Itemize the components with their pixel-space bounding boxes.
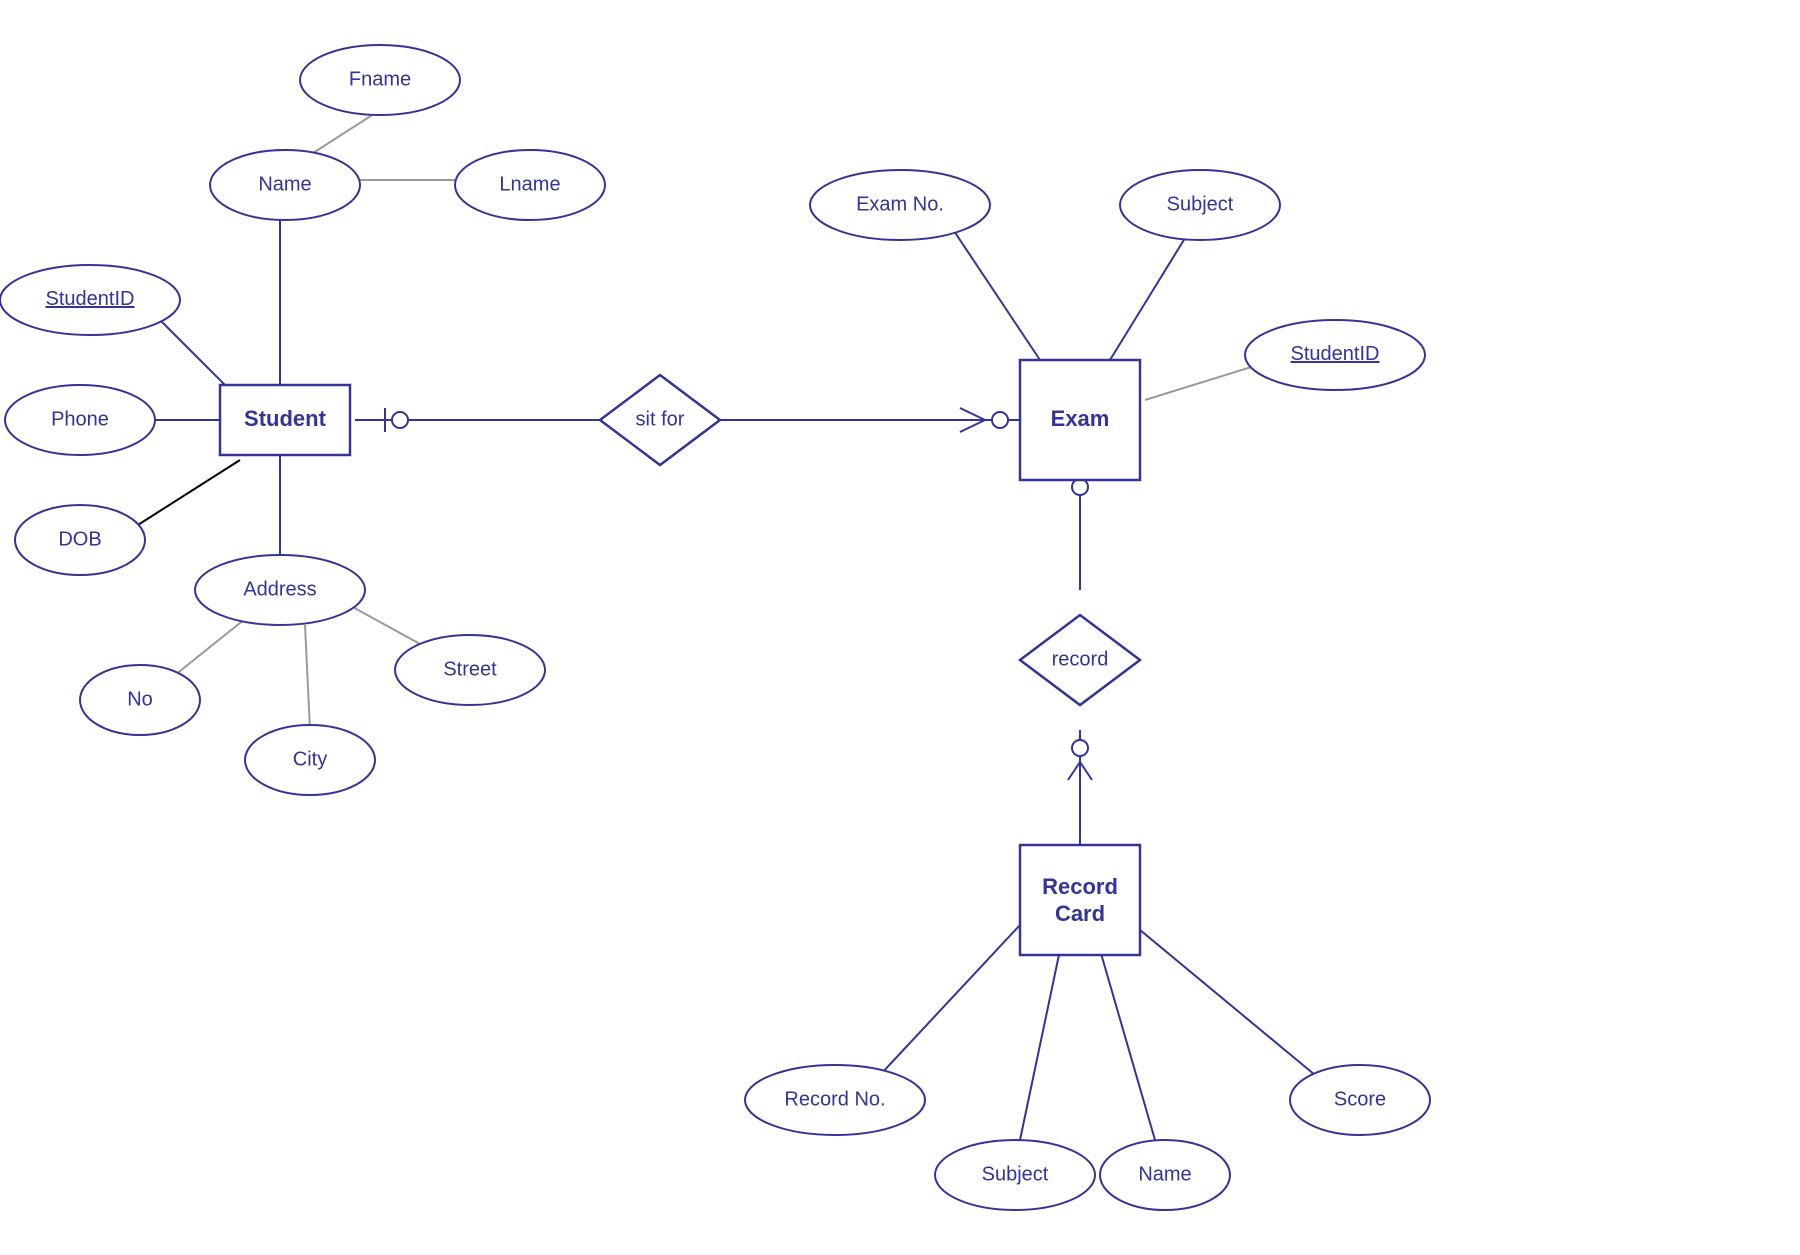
- dob-label: DOB: [58, 528, 101, 550]
- studentid-label: StudentID: [46, 288, 135, 310]
- fname-name-line: [310, 110, 380, 155]
- fname-label: Fname: [349, 68, 411, 90]
- crow4: [1068, 762, 1080, 780]
- address-city-line: [305, 625, 310, 730]
- zero-circle4: [1072, 740, 1088, 756]
- city-label: City: [293, 748, 327, 770]
- record-no-label: Record No.: [784, 1088, 885, 1110]
- subject-exam-label: Subject: [1167, 193, 1234, 215]
- record-card-label1: Record: [1042, 874, 1118, 899]
- phone-label: Phone: [51, 408, 109, 430]
- er-diagram: sit for record Student Exam Record Card …: [0, 0, 1800, 1250]
- rc-name-line: [1100, 950, 1155, 1140]
- lname-label: Lname: [499, 173, 560, 195]
- no-label: No: [127, 688, 153, 710]
- student-label: Student: [244, 406, 327, 431]
- record-card-label2: Card: [1055, 901, 1105, 926]
- crow1: [960, 408, 985, 420]
- crow2: [960, 420, 985, 432]
- subject-rc-label: Subject: [982, 1163, 1049, 1185]
- subject-exam-line: [1110, 230, 1190, 360]
- zero-circle3: [1072, 479, 1088, 495]
- score-label: Score: [1334, 1088, 1386, 1110]
- zero-circle2: [992, 412, 1008, 428]
- rc-subject-line: [1020, 950, 1060, 1140]
- examno-exam-line: [950, 225, 1040, 360]
- dob-student-line: [130, 460, 240, 530]
- record-label: record: [1052, 648, 1109, 670]
- studentid2-label: StudentID: [1291, 343, 1380, 365]
- crow5: [1080, 762, 1092, 780]
- name-label: Name: [258, 173, 311, 195]
- name-rc-label: Name: [1138, 1163, 1191, 1185]
- sitfor-label: sit for: [636, 408, 685, 430]
- address-label: Address: [243, 578, 316, 600]
- exam-label: Exam: [1051, 406, 1110, 431]
- address-no-line: [175, 615, 250, 675]
- zero-circle1: [392, 412, 408, 428]
- rc-recordno-line: [880, 925, 1020, 1075]
- examno-label: Exam No.: [856, 193, 944, 215]
- rc-score-line: [1140, 930, 1315, 1075]
- street-label: Street: [443, 658, 497, 680]
